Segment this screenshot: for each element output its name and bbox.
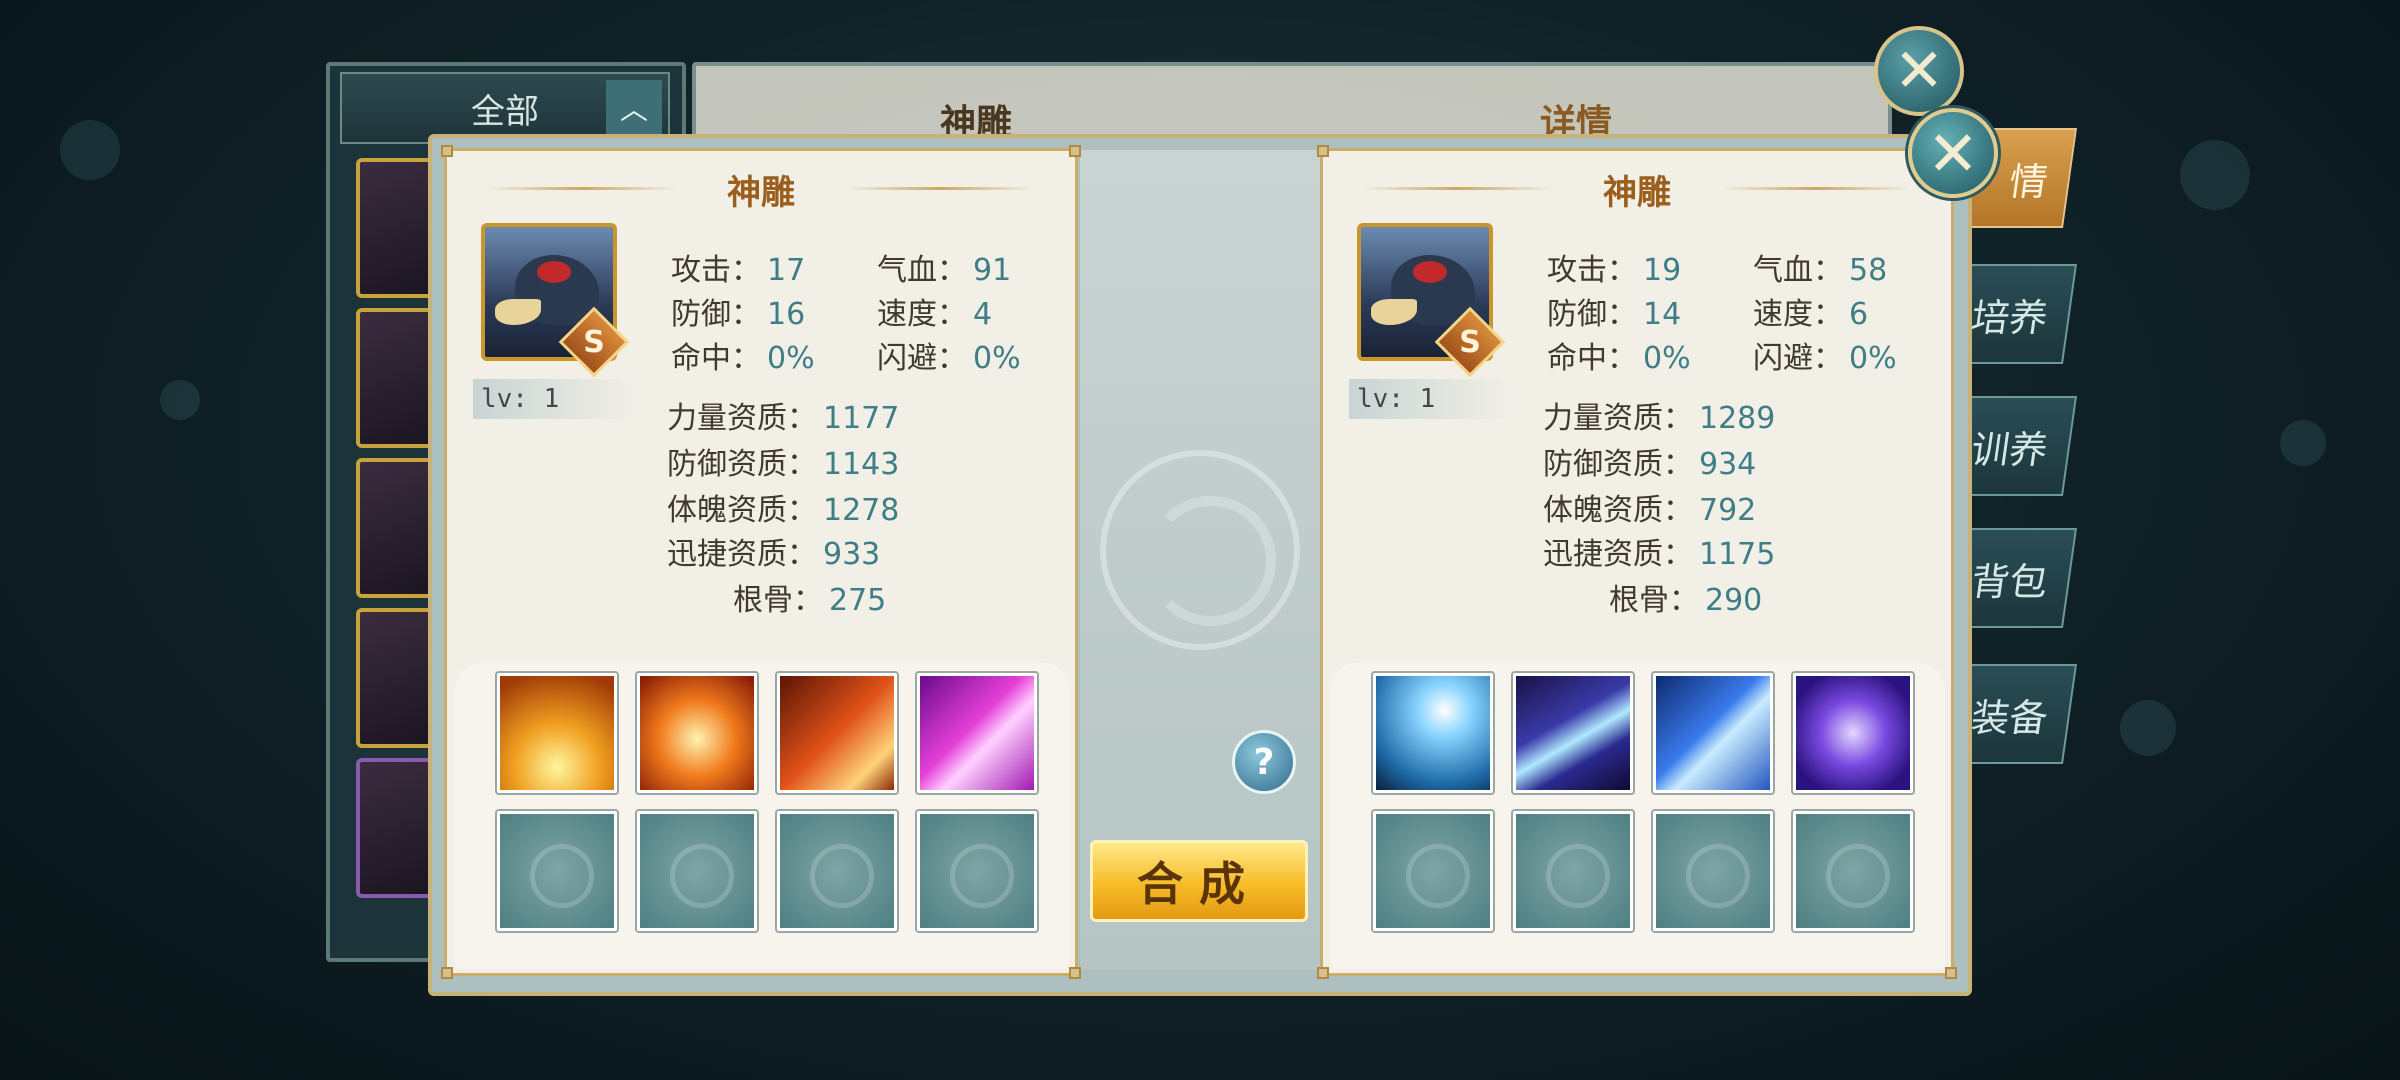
aptitude-bone: 根骨： 290 bbox=[1609, 583, 1763, 618]
pet-level: lv: 1 bbox=[1349, 379, 1509, 419]
empty-skill-slot[interactable] bbox=[637, 811, 757, 931]
stat-dodge: 闪避： 0% bbox=[877, 341, 1021, 376]
filter-label: 全部 bbox=[471, 91, 539, 132]
pet-name: 神雕 bbox=[1603, 173, 1671, 213]
combine-button[interactable]: 合成 bbox=[1090, 840, 1308, 922]
golden-burst-icon[interactable] bbox=[497, 673, 617, 793]
stat-defense: 防御： 14 bbox=[1547, 297, 1682, 332]
stat-hit: 命中： 0% bbox=[671, 341, 815, 376]
pet-level: lv: 1 bbox=[473, 379, 633, 419]
empty-skill-slot[interactable] bbox=[1373, 811, 1493, 931]
stat-speed: 速度： 4 bbox=[877, 297, 993, 332]
vortex-icon[interactable] bbox=[1793, 673, 1913, 793]
background-close-button[interactable]: ✕ bbox=[1874, 26, 1964, 116]
blue-arrow-icon[interactable] bbox=[1653, 673, 1773, 793]
aptitude-physique: 体魄资质： 792 bbox=[1543, 493, 1757, 528]
pet-name: 神雕 bbox=[727, 173, 795, 213]
left-pet-card: 神雕 S lv: 1 攻击： 17 气血： 91 防御： 16 速度： 4 命中： 0% … bbox=[441, 145, 1081, 979]
stat-hit: 命中： 0% bbox=[1547, 341, 1691, 376]
combine-label: 合成 bbox=[1137, 857, 1261, 911]
phoenix-flame-icon[interactable] bbox=[637, 673, 757, 793]
right-pet-card: 神雕 S lv: 1 攻击： 19 气血： 58 防御： 14 速度： 6 命中： 0% … bbox=[1317, 145, 1957, 979]
chevron-up-icon[interactable]: ︿ bbox=[606, 80, 662, 136]
aptitude-bone: 根骨： 275 bbox=[733, 583, 887, 618]
lightning-icon[interactable] bbox=[1373, 673, 1493, 793]
stat-hp: 气血： 91 bbox=[877, 253, 1012, 288]
aptitude-agility: 迅捷资质： 933 bbox=[667, 537, 881, 572]
fire-bird-icon[interactable] bbox=[777, 673, 897, 793]
empty-skill-slot[interactable] bbox=[1513, 811, 1633, 931]
stat-dodge: 闪避： 0% bbox=[1753, 341, 1897, 376]
stat-attack: 攻击： 17 bbox=[671, 253, 806, 288]
aptitude-agility: 迅捷资质： 1175 bbox=[1543, 537, 1776, 572]
empty-skill-slot[interactable] bbox=[1793, 811, 1913, 931]
aptitude-physique: 体魄资质： 1278 bbox=[667, 493, 900, 528]
question-icon: ? bbox=[1253, 741, 1275, 783]
aptitude-defense: 防御资质： 1143 bbox=[667, 447, 900, 482]
stat-speed: 速度： 6 bbox=[1753, 297, 1869, 332]
close-icon: ✕ bbox=[1927, 116, 1979, 190]
stat-defense: 防御： 16 bbox=[671, 297, 806, 332]
aptitude-strength: 力量资质： 1289 bbox=[1543, 401, 1776, 436]
pink-slash-icon[interactable] bbox=[917, 673, 1037, 793]
stat-attack: 攻击： 19 bbox=[1547, 253, 1682, 288]
close-button[interactable]: ✕ bbox=[1908, 108, 1998, 198]
aptitude-strength: 力量资质： 1177 bbox=[667, 401, 900, 436]
empty-skill-slot[interactable] bbox=[917, 811, 1037, 931]
claw-slash-icon[interactable] bbox=[1513, 673, 1633, 793]
help-button[interactable]: ? bbox=[1232, 730, 1296, 794]
aptitude-defense: 防御资质： 934 bbox=[1543, 447, 1757, 482]
stat-hp: 气血： 58 bbox=[1753, 253, 1888, 288]
empty-skill-slot[interactable] bbox=[1653, 811, 1773, 931]
empty-skill-slot[interactable] bbox=[497, 811, 617, 931]
empty-skill-slot[interactable] bbox=[777, 811, 897, 931]
dragon-emblem-icon bbox=[1100, 450, 1300, 650]
